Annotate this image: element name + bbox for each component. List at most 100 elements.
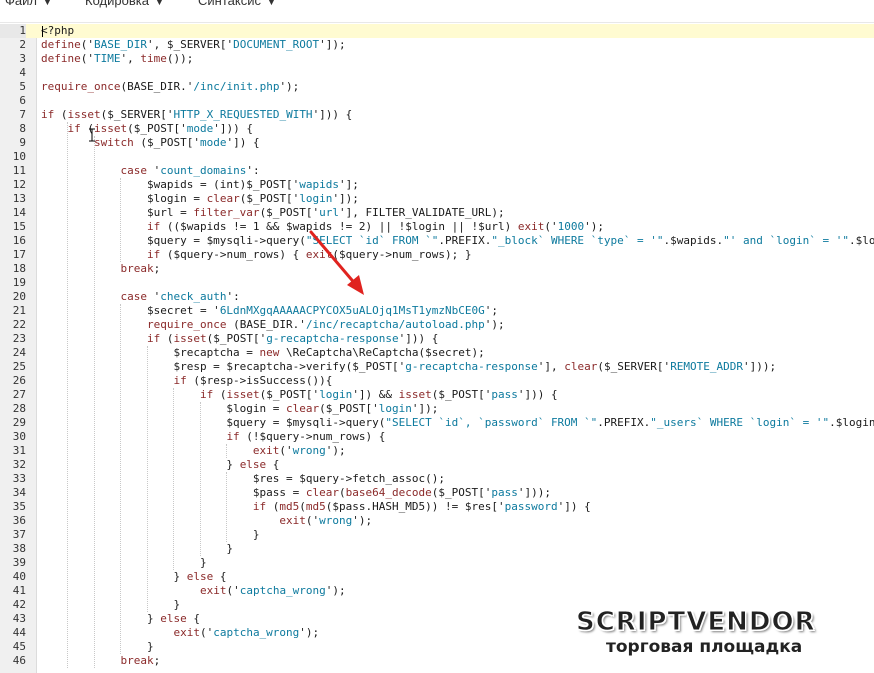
- code-text: if (isset($_POST['login']) && isset($_PO…: [199, 388, 558, 401]
- code-line[interactable]: 5 require_once(BASE_DIR.'/inc/init.php');: [0, 80, 874, 94]
- code-line[interactable]: 23 if (isset($_POST['g-recaptcha-respons…: [0, 332, 874, 346]
- code-text: $res = $query->fetch_assoc();: [41, 472, 445, 485]
- code-line[interactable]: 34 $pass = clear(base64_decode($_POST['p…: [0, 486, 874, 500]
- code-text: $query = $mysqli->query("SELECT `id`, `p…: [41, 416, 874, 429]
- code-line[interactable]: 39 }: [0, 556, 874, 570]
- line-number: 9: [19, 136, 26, 149]
- line-number: 46: [12, 654, 26, 667]
- code-line[interactable]: 17 if ($query->num_rows) { exit($query->…: [0, 248, 874, 262]
- line-number: 26: [12, 374, 26, 387]
- code-line[interactable]: 14 $url = filter_var($_POST['url'], FILT…: [0, 206, 874, 220]
- code-line[interactable]: 36 exit('wrong');: [0, 514, 874, 528]
- code-line[interactable]: 16 $query = $mysqli->query("SELECT `id` …: [0, 234, 874, 248]
- chevron-down-icon: ▼: [266, 0, 276, 7]
- code-text: $pass = clear(base64_decode($_POST['pass…: [41, 486, 551, 499]
- indent-guide: [226, 472, 228, 542]
- indent-guide: [226, 444, 228, 458]
- code-text: if (isset($_POST['g-recaptcha-response']…: [146, 332, 439, 345]
- line-number: 35: [12, 500, 26, 513]
- code-text: } else {: [41, 570, 227, 583]
- menu-syntax[interactable]: Синтаксис ▼: [198, 0, 276, 8]
- indent-guide: [199, 402, 201, 556]
- code-line[interactable]: 7 if (isset($_SERVER['HTTP_X_REQUESTED_WI…: [0, 108, 874, 122]
- line-number: 44: [12, 626, 26, 639]
- code-line[interactable]: 10: [0, 150, 874, 164]
- code-line[interactable]: 29 $query = $mysqli->query("SELECT `id`,…: [0, 416, 874, 430]
- code-editor[interactable]: 1 <?php 2 define('BASE_DIR', $_SERVER['DOCU…: [0, 24, 874, 673]
- line-number: 17: [12, 248, 26, 261]
- line-number: 13: [12, 192, 26, 205]
- code-line[interactable]: 9 switch ($_POST['mode']) {: [0, 136, 874, 150]
- code-line[interactable]: 22 require_once (BASE_DIR.'/inc/recaptch…: [0, 318, 874, 332]
- line-number: 16: [12, 234, 26, 247]
- code-line[interactable]: 26 if ($resp->isSuccess()){: [0, 374, 874, 388]
- line-number: 14: [12, 206, 26, 219]
- code-line[interactable]: 4: [0, 66, 874, 80]
- code-line[interactable]: 3 define('TIME', time());: [0, 52, 874, 66]
- indent-guide: [120, 178, 122, 262]
- code-line[interactable]: 24 $recaptcha = new \ReCaptcha\ReCaptcha…: [0, 346, 874, 360]
- code-text: define('BASE_DIR', $_SERVER['DOCUMENT_RO…: [41, 38, 346, 51]
- code-line[interactable]: 6: [0, 94, 874, 108]
- line-number: 18: [12, 262, 26, 275]
- code-line[interactable]: 38 }: [0, 542, 874, 556]
- line-number: 45: [12, 640, 26, 653]
- code-line[interactable]: 41 exit('captcha_wrong');: [0, 584, 874, 598]
- code-text: $login = clear($_POST['login']);: [41, 192, 359, 205]
- line-number: 25: [12, 360, 26, 373]
- chevron-down-icon: ▼: [42, 0, 52, 7]
- code-text: case 'check_auth':: [120, 290, 240, 303]
- line-number: 37: [12, 528, 26, 541]
- code-line[interactable]: 11 case 'count_domains':: [0, 164, 874, 178]
- menu-encoding[interactable]: Кодировка ▼: [85, 0, 164, 8]
- chevron-down-icon: ▼: [154, 0, 164, 7]
- line-number: 32: [12, 458, 26, 471]
- menu-file[interactable]: Файл ▼: [5, 0, 52, 8]
- line-number: 30: [12, 430, 26, 443]
- line-number: 24: [12, 346, 26, 359]
- code-text: exit('captcha_wrong');: [199, 584, 346, 597]
- code-line[interactable]: 18 break;: [0, 262, 874, 276]
- line-number: 21: [12, 304, 26, 317]
- code-line[interactable]: 28 $login = clear($_POST['login']);: [0, 402, 874, 416]
- code-line[interactable]: 15 if (($wapids != 1 && $wapids != 2) ||…: [0, 220, 874, 234]
- code-line[interactable]: 33 $res = $query->fetch_assoc();: [0, 472, 874, 486]
- code-line[interactable]: 31 exit('wrong');: [0, 444, 874, 458]
- code-line[interactable]: 25 $resp = $recaptcha->verify($_POST['g-…: [0, 360, 874, 374]
- code-text: define('TIME', time());: [41, 52, 194, 65]
- code-line[interactable]: 37 }: [0, 528, 874, 542]
- line-number: 6: [19, 94, 26, 107]
- code-text: exit('wrong');: [252, 444, 346, 457]
- code-line[interactable]: 1 <?php: [0, 24, 874, 38]
- code-line[interactable]: 40 } else {: [0, 570, 874, 584]
- line-number: 12: [12, 178, 26, 191]
- code-line[interactable]: 12 $wapids = (int)$_POST['wapids'];: [0, 178, 874, 192]
- code-line[interactable]: 20 case 'check_auth':: [0, 290, 874, 304]
- code-text: }: [41, 598, 181, 611]
- line-number: 39: [12, 556, 26, 569]
- code-text: $wapids = (int)$_POST['wapids'];: [41, 178, 359, 191]
- code-line[interactable]: 27 if (isset($_POST['login']) && isset($…: [0, 388, 874, 402]
- code-text: }: [41, 542, 234, 555]
- watermark-title: SCRIPTVENDOR: [576, 607, 816, 638]
- code-line[interactable]: 19: [0, 276, 874, 290]
- code-text: $login = clear($_POST['login']);: [41, 402, 439, 415]
- line-number: 15: [12, 220, 26, 233]
- code-line[interactable]: 8 if (isset($_POST['mode'])) {: [0, 122, 874, 136]
- code-text: switch ($_POST['mode']) {: [93, 136, 260, 149]
- line-number: 36: [12, 514, 26, 527]
- code-line[interactable]: 2 define('BASE_DIR', $_SERVER['DOCUMENT_R…: [0, 38, 874, 52]
- code-line[interactable]: 21 $secret = '6LdnMXgqAAAAACPYCOX5uALOjq…: [0, 304, 874, 318]
- code-line[interactable]: 35 if (md5(md5($pass.HASH_MD5)) != $res[…: [0, 500, 874, 514]
- code-text: if ($resp->isSuccess()){: [173, 374, 333, 387]
- code-line[interactable]: 13 $login = clear($_POST['login']);: [0, 192, 874, 206]
- code-line[interactable]: 32 } else {: [0, 458, 874, 472]
- line-number: 23: [12, 332, 26, 345]
- line-number: 10: [12, 150, 26, 163]
- code-lines[interactable]: 1 <?php 2 define('BASE_DIR', $_SERVER['DOCU…: [0, 24, 874, 668]
- line-number: 43: [12, 612, 26, 625]
- code-line[interactable]: 30 if (!$query->num_rows) {: [0, 430, 874, 444]
- line-number: 19: [12, 276, 26, 289]
- code-text: $query = $mysqli->query("SELECT `id` FRO…: [41, 234, 874, 247]
- line-number: 31: [12, 444, 26, 457]
